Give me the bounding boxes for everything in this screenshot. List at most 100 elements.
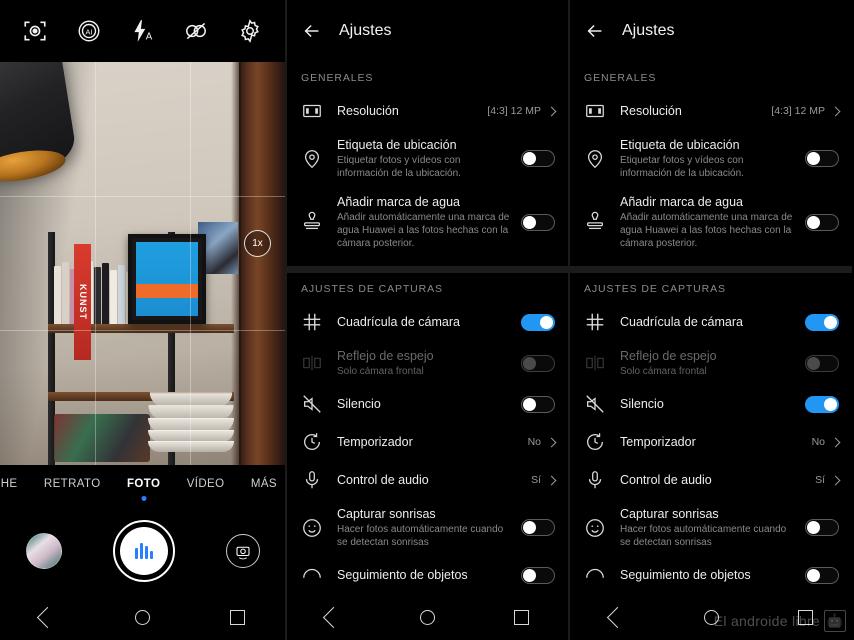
row-text: Reflejo de espejo Solo cámara frontal xyxy=(620,348,797,378)
row-subtitle: Etiquetar fotos y vídeos con información… xyxy=(337,155,461,179)
timer-icon xyxy=(301,431,323,453)
recents-nav-button[interactable] xyxy=(513,609,529,625)
section-label-generales: GENERALES xyxy=(584,72,657,84)
section-label-capturas: AJUSTES DE CAPTURAS xyxy=(584,283,726,295)
row-value: No xyxy=(811,436,825,448)
mode-mas[interactable]: MÁS xyxy=(245,476,283,492)
camera-viewfinder[interactable]: KUNST 1x xyxy=(0,62,285,465)
toggle-capture-smiles[interactable] xyxy=(521,519,555,536)
camera-top-toolbar: AI A xyxy=(0,0,285,62)
row-audio-control[interactable]: Control de audio Sí xyxy=(570,461,852,499)
settings-header: Ajustes xyxy=(287,0,568,62)
toggle-location-tag[interactable] xyxy=(805,150,839,167)
row-camera-grid[interactable]: Cuadrícula de cámara xyxy=(287,303,568,341)
toggle-camera-grid[interactable] xyxy=(805,313,839,331)
row-timer[interactable]: Temporizador No xyxy=(287,423,568,461)
row-text: Etiqueta de ubicación Etiquetar fotos y … xyxy=(620,137,797,180)
scene-clutter xyxy=(54,414,150,462)
row-text: Seguimiento de objetos xyxy=(337,567,513,583)
row-object-tracking[interactable]: Seguimiento de objetos xyxy=(570,556,852,594)
row-add-watermark[interactable]: Añadir marca de agua Añadir automáticame… xyxy=(570,187,852,257)
row-camera-grid[interactable]: Cuadrícula de cámara xyxy=(570,303,852,341)
back-arrow-icon[interactable] xyxy=(301,20,323,42)
location-pin-icon xyxy=(301,148,323,170)
flash-auto-icon[interactable]: A xyxy=(129,18,155,44)
row-value: [4:3] 12 MP xyxy=(771,105,825,117)
toggle-camera-grid[interactable] xyxy=(521,313,555,331)
row-silence[interactable]: Silencio xyxy=(287,385,568,423)
row-audio-control[interactable]: Control de audio Sí xyxy=(287,461,568,499)
mode-noche[interactable]: CHE xyxy=(0,476,23,492)
row-location-tag[interactable]: Etiqueta de ubicación Etiquetar fotos y … xyxy=(287,130,568,187)
mode-retrato[interactable]: RETRATO xyxy=(38,476,107,492)
chevron-right-icon xyxy=(830,106,841,116)
camera-mode-selector[interactable]: CHE RETRATO FOTO VÍDEO MÁS xyxy=(0,466,285,502)
flip-camera-button[interactable] xyxy=(225,534,260,568)
row-silence[interactable]: Silencio xyxy=(570,385,852,423)
toggle-add-watermark[interactable] xyxy=(521,213,555,231)
mode-video[interactable]: VÍDEO xyxy=(181,476,231,492)
row-title: Temporizador xyxy=(620,435,696,449)
row-title: Reflejo de espejo xyxy=(620,349,717,363)
row-add-watermark[interactable]: Añadir marca de agua Añadir automáticame… xyxy=(287,187,568,257)
back-nav-button[interactable] xyxy=(323,606,345,628)
svg-text:AI: AI xyxy=(85,27,92,36)
gallery-thumbnail[interactable] xyxy=(25,533,62,569)
toggle-object-tracking[interactable] xyxy=(805,566,839,584)
row-object-tracking[interactable]: Seguimiento de objetos xyxy=(287,556,568,594)
row-title: Temporizador xyxy=(337,435,413,449)
page-title: Ajustes xyxy=(339,22,392,39)
toggle-object-tracking[interactable] xyxy=(521,566,555,584)
ai-focus-icon[interactable] xyxy=(22,18,48,44)
aperture-icon[interactable] xyxy=(183,18,209,44)
grid-icon xyxy=(584,311,606,333)
toggle-silence[interactable] xyxy=(805,395,839,413)
smile-icon xyxy=(584,517,606,539)
shutter-inner xyxy=(119,527,168,575)
chevron-right-icon xyxy=(830,437,841,447)
mute-icon xyxy=(584,393,606,415)
row-mirror-reflection: Reflejo de espejo Solo cámara frontal xyxy=(287,341,568,385)
row-timer[interactable]: Temporizador No xyxy=(570,423,852,461)
toggle-silence[interactable] xyxy=(521,395,555,413)
row-title: Cuadrícula de cámara xyxy=(337,315,460,329)
home-nav-button[interactable] xyxy=(135,609,150,625)
home-nav-button[interactable] xyxy=(419,609,435,625)
zoom-level-badge[interactable]: 1x xyxy=(244,230,271,257)
row-title: Etiqueta de ubicación xyxy=(337,138,457,152)
row-text: Temporizador xyxy=(620,434,804,450)
row-capture-smiles[interactable]: Capturar sonrisas Hacer fotos automática… xyxy=(570,499,852,556)
row-location-tag[interactable]: Etiqueta de ubicación Etiquetar fotos y … xyxy=(570,130,852,187)
film-frame-icon xyxy=(301,100,323,122)
chevron-right-icon xyxy=(546,437,557,447)
mode-foto[interactable]: FOTO xyxy=(121,476,166,492)
settings-gear-icon[interactable] xyxy=(237,18,263,44)
toggle-location-tag[interactable] xyxy=(521,150,555,167)
home-nav-button[interactable] xyxy=(703,609,719,625)
row-resolution[interactable]: Resolución [4:3] 12 MP xyxy=(287,92,568,130)
row-title: Capturar sonrisas xyxy=(337,507,436,521)
row-capture-smiles[interactable]: Capturar sonrisas Hacer fotos automática… xyxy=(287,499,568,556)
ai-mode-icon[interactable]: AI xyxy=(76,18,102,44)
back-arrow-icon[interactable] xyxy=(584,20,606,42)
row-value: Sí xyxy=(531,474,541,486)
row-text: Capturar sonrisas Hacer fotos automática… xyxy=(620,506,797,549)
row-text: Resolución xyxy=(620,103,763,119)
toggle-add-watermark[interactable] xyxy=(805,213,839,231)
recents-nav-button[interactable] xyxy=(230,609,245,625)
row-resolution[interactable]: Resolución [4:3] 12 MP xyxy=(570,92,852,130)
recents-nav-button[interactable] xyxy=(797,609,813,625)
section-divider xyxy=(287,266,568,273)
row-text: Etiqueta de ubicación Etiquetar fotos y … xyxy=(337,137,513,180)
chevron-right-icon xyxy=(546,106,557,116)
shutter-button[interactable] xyxy=(112,520,175,582)
toggle-capture-smiles[interactable] xyxy=(805,519,839,536)
section-label-capturas: AJUSTES DE CAPTURAS xyxy=(301,283,443,295)
back-nav-button[interactable] xyxy=(606,606,628,628)
row-mirror-reflection: Reflejo de espejo Solo cámara frontal xyxy=(570,341,852,385)
row-text: Silencio xyxy=(620,396,797,412)
row-subtitle: Hacer fotos automáticamente cuando se de… xyxy=(337,524,504,548)
row-title: Control de audio xyxy=(337,473,429,487)
grid-icon xyxy=(301,311,323,333)
back-nav-button[interactable] xyxy=(36,606,59,628)
